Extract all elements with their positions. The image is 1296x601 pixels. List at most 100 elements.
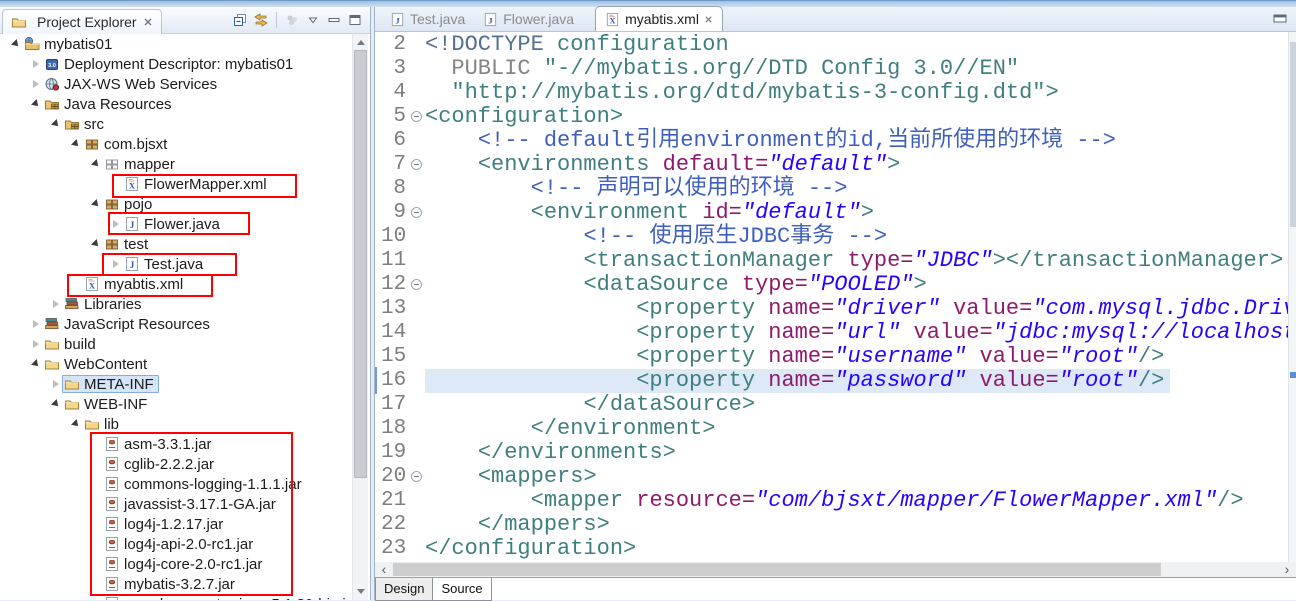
fold-collapse-icon[interactable]: [409, 105, 425, 129]
collapse-arrow-icon[interactable]: [88, 194, 104, 214]
expand-arrow-icon[interactable]: [48, 294, 64, 314]
code-line[interactable]: 12 <dataSource type="POOLED">: [375, 273, 1296, 297]
tree-item-deployment-descriptor-mybatis01[interactable]: 3.0 Deployment Descriptor: mybatis01: [0, 54, 352, 74]
editor-tab-flower-java[interactable]: J Flower.java: [474, 7, 583, 31]
code-line[interactable]: 23 </configuration>: [375, 537, 1296, 561]
code-line[interactable]: 14 <property name="url" value="jdbc:mysq…: [375, 321, 1296, 345]
maximize-icon[interactable]: [346, 11, 364, 29]
collapse-arrow-icon[interactable]: [48, 114, 64, 134]
view-menu-icon[interactable]: [304, 11, 322, 29]
minimize-icon[interactable]: [325, 11, 343, 29]
tree-item-webcontent[interactable]: WebContent: [0, 354, 352, 374]
collapse-arrow-icon[interactable]: [68, 134, 84, 154]
tree-item-pojo[interactable]: pojo: [0, 194, 352, 214]
focus-icon[interactable]: [283, 11, 301, 29]
expand-arrow-icon[interactable]: [108, 214, 124, 234]
code-line[interactable]: 3 PUBLIC "-//mybatis.org//DTD Config 3.0…: [375, 57, 1296, 81]
tree-item-log4j-api-2-0-rc1-jar[interactable]: log4j-api-2.0-rc1.jar: [0, 534, 352, 554]
tree-item-flowermapper-xml[interactable]: X FlowerMapper.xml: [0, 174, 352, 194]
expand-arrow-icon[interactable]: [28, 54, 44, 74]
tree-item-web-inf[interactable]: WEB-INF: [0, 394, 352, 414]
code-line[interactable]: 11 <transactionManager type="JDBC"></tra…: [375, 249, 1296, 273]
code-line[interactable]: 6 <!-- default引用environment的id,当前所使用的环境 …: [375, 129, 1296, 153]
tree-item-lib[interactable]: lib: [0, 414, 352, 434]
code-line[interactable]: 7 <environments default="default">: [375, 153, 1296, 177]
collapse-arrow-icon[interactable]: [8, 34, 24, 54]
code-line[interactable]: 17 </dataSource>: [375, 393, 1296, 417]
code-line[interactable]: 10 <!-- 使用原生JDBC事务 -->: [375, 225, 1296, 249]
tree-scrollbar[interactable]: [352, 34, 368, 600]
code-line[interactable]: 5 <configuration>: [375, 105, 1296, 129]
editor-vscroll-thumb[interactable]: [1290, 42, 1296, 227]
close-view-icon[interactable]: [143, 17, 153, 27]
editor-horizontal-scrollbar[interactable]: ‹ ›: [375, 562, 1296, 577]
bottom-tab-source[interactable]: Source: [432, 578, 492, 601]
collapse-arrow-icon[interactable]: [48, 394, 64, 414]
link-with-editor-icon[interactable]: [252, 11, 270, 29]
tree-item-test-java[interactable]: J Test.java: [0, 254, 352, 274]
tree-item-flower-java[interactable]: J Flower.java: [0, 214, 352, 234]
tree-item-com-bjsxt[interactable]: com.bjsxt: [0, 134, 352, 154]
tree-item-test[interactable]: test: [0, 234, 352, 254]
tree-item-libraries[interactable]: Libraries: [0, 294, 352, 314]
fold-collapse-icon[interactable]: [409, 201, 425, 225]
expand-arrow-icon[interactable]: [28, 74, 44, 94]
scroll-right-icon[interactable]: ›: [1280, 562, 1294, 577]
tree-item-src[interactable]: src: [0, 114, 352, 134]
collapse-all-icon[interactable]: [231, 11, 249, 29]
bottom-tab-design[interactable]: Design: [375, 578, 434, 601]
expand-arrow-icon[interactable]: [28, 334, 44, 354]
tree-item-cglib-2-2-2-jar[interactable]: cglib-2.2.2.jar: [0, 454, 352, 474]
code-line[interactable]: 8 <!-- 声明可以使用的环境 -->: [375, 177, 1296, 201]
collapse-arrow-icon[interactable]: [68, 414, 84, 434]
tree-item-javascript-resources[interactable]: JavaScript Resources: [0, 314, 352, 334]
scroll-up-icon[interactable]: [353, 35, 368, 50]
minimize-editor-icon[interactable]: [1272, 11, 1288, 25]
tree-item-myabtis-xml[interactable]: Xmyabtis.xml: [0, 274, 352, 294]
close-tab-icon[interactable]: [704, 15, 713, 24]
editor-hscroll-thumb[interactable]: [393, 563, 1161, 576]
collapse-arrow-icon[interactable]: [88, 154, 104, 174]
tree-item-mapper[interactable]: mapper: [0, 154, 352, 174]
code-line[interactable]: 2 <!DOCTYPE configuration: [375, 33, 1296, 57]
code-line[interactable]: 16 <property name="password" value="root…: [375, 367, 1296, 394]
code-line[interactable]: 19 </environments>: [375, 441, 1296, 465]
editor-tab-myabtis-xml[interactable]: Xmyabtis.xml: [595, 6, 723, 31]
tree-item-log4j-core-2-0-rc1-jar[interactable]: log4j-core-2.0-rc1.jar: [0, 554, 352, 574]
scroll-down-icon[interactable]: [353, 584, 368, 599]
code-line[interactable]: 4 "http://mybatis.org/dtd/mybatis-3-conf…: [375, 81, 1296, 105]
fold-collapse-icon[interactable]: [409, 273, 425, 297]
folder-icon: [44, 336, 60, 352]
tree-item-commons-logging-1-1-1-jar[interactable]: commons-logging-1.1.1.jar: [0, 474, 352, 494]
tree-item-java-resources[interactable]: Java Resources: [0, 94, 352, 114]
tree-item-meta-inf[interactable]: META-INF: [0, 374, 352, 394]
expand-arrow-icon[interactable]: [28, 314, 44, 334]
tree-item-build[interactable]: build: [0, 334, 352, 354]
code-line[interactable]: 21 <mapper resource="com/bjsxt/mapper/Fl…: [375, 489, 1296, 513]
tree-item-mybatis-3-2-7-jar[interactable]: mybatis-3.2.7.jar: [0, 574, 352, 594]
fold-collapse-icon[interactable]: [409, 465, 425, 489]
code-line[interactable]: 22 </mappers>: [375, 513, 1296, 537]
tree-item-asm-3-3-1-jar[interactable]: asm-3.3.1.jar: [0, 434, 352, 454]
code-line[interactable]: 20 <mappers>: [375, 465, 1296, 489]
collapse-arrow-icon[interactable]: [28, 94, 44, 114]
code-editor[interactable]: 2 <!DOCTYPE configuration 3 PUBLIC "-//myb…: [375, 32, 1296, 562]
code-line[interactable]: 13 <property name="driver" value="com.my…: [375, 297, 1296, 321]
project-explorer-view-tab[interactable]: Project Explorer: [2, 9, 162, 34]
code-line[interactable]: 15 <property name="username" value="root…: [375, 345, 1296, 369]
tree-item-mysql-connector-java-5-1-30-bin-jar[interactable]: mysql-connector-java-5.1.30-bin.jar: [0, 594, 352, 600]
tree-item-mybatis01[interactable]: mybatis01: [0, 34, 352, 54]
tree-scrollbar-thumb[interactable]: [354, 50, 367, 478]
expand-arrow-icon[interactable]: [108, 254, 124, 274]
tree-item-javassist-3-17-1-ga-jar[interactable]: javassist-3.17.1-GA.jar: [0, 494, 352, 514]
collapse-arrow-icon[interactable]: [88, 234, 104, 254]
tree-item-log4j-1-2-17-jar[interactable]: log4j-1.2.17.jar: [0, 514, 352, 534]
scroll-left-icon[interactable]: ‹: [377, 562, 391, 577]
editor-tab-test-java[interactable]: J Test.java: [381, 7, 474, 31]
code-line[interactable]: 9 <environment id="default">: [375, 201, 1296, 225]
editor-vertical-scrollbar[interactable]: [1288, 32, 1296, 562]
collapse-arrow-icon[interactable]: [28, 354, 44, 374]
fold-collapse-icon[interactable]: [409, 153, 425, 177]
tree-item-jax-ws-web-services[interactable]: JAX-WS Web Services: [0, 74, 352, 94]
code-line[interactable]: 18 </environment>: [375, 417, 1296, 441]
